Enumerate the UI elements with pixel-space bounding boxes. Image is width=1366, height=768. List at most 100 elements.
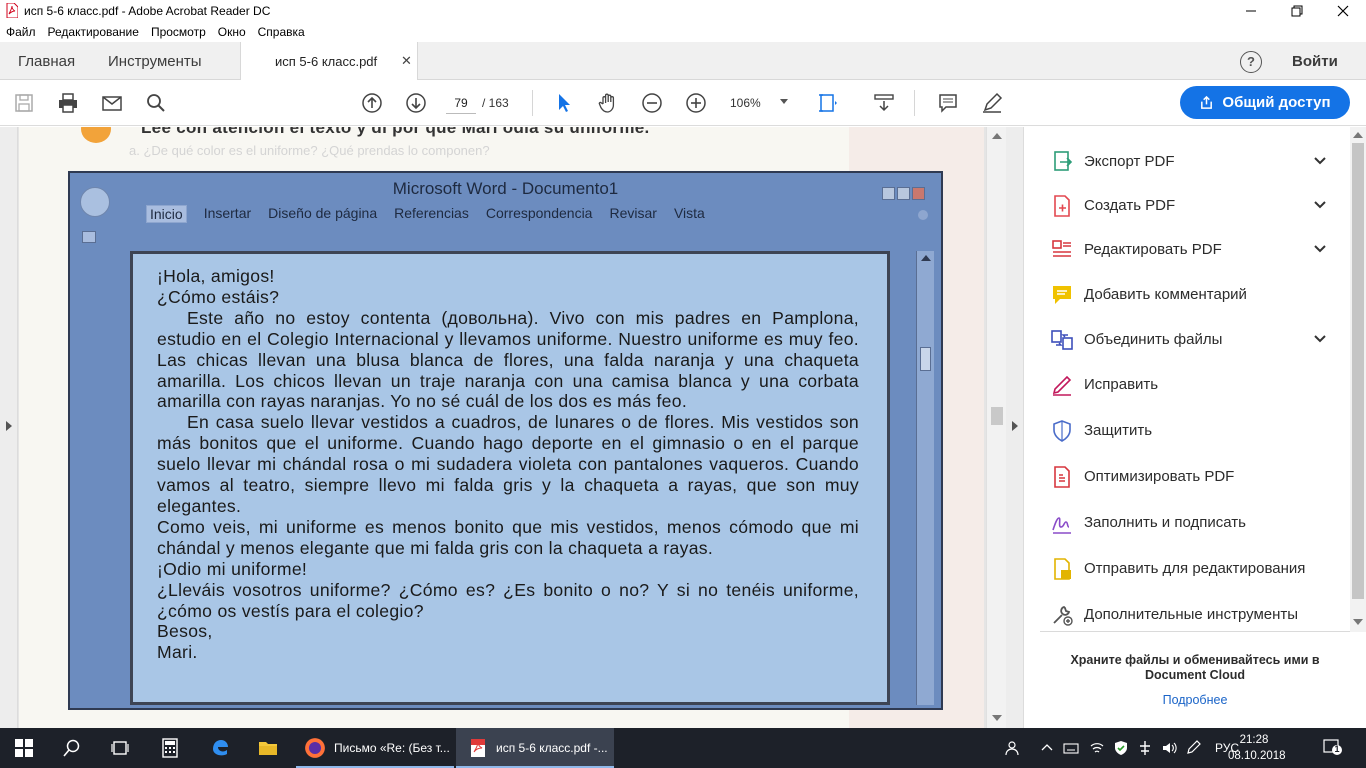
security-tray-icon[interactable]: [1110, 728, 1132, 768]
select-tool-button[interactable]: [552, 91, 576, 115]
file-explorer-app[interactable]: [244, 728, 292, 768]
zoom-in-button[interactable]: [684, 91, 708, 115]
volume-tray-icon[interactable]: [1158, 728, 1180, 768]
scroll-up-icon[interactable]: [992, 133, 1002, 139]
word-help-icon: [918, 210, 928, 220]
tool-item-create-pdf[interactable]: Создать PDF: [1025, 184, 1350, 228]
chevron-down-icon[interactable]: [780, 99, 788, 104]
learn-more-link[interactable]: Подробнее: [1045, 693, 1345, 707]
save-button[interactable]: [12, 91, 36, 115]
close-tab-icon[interactable]: ✕: [401, 53, 412, 69]
toolbar: 79 / 163 106% Общий доступ: [0, 80, 1366, 126]
comment-button[interactable]: [936, 91, 960, 115]
edge-browser-app[interactable]: [196, 728, 244, 768]
exercise-heading: Lee con atención el texto y di por qué M…: [141, 127, 650, 137]
menu-file[interactable]: Файл: [6, 25, 36, 39]
input-indicator-tray-icon[interactable]: [1060, 728, 1082, 768]
highlight-button[interactable]: [980, 91, 1004, 115]
show-hidden-icons-button[interactable]: [1036, 728, 1058, 768]
fit-page-icon: [819, 94, 837, 112]
chevron-right-icon: [1012, 421, 1018, 431]
previous-page-button[interactable]: [360, 91, 384, 115]
combine-files-icon: [1051, 330, 1073, 350]
print-button[interactable]: [56, 91, 80, 115]
tool-item-more-tools[interactable]: Дополнительные инструменты: [1025, 593, 1350, 637]
tool-item-label: Исправить: [1084, 376, 1159, 393]
clock[interactable]: 21:28 08.10.2018: [1228, 732, 1286, 764]
chevron-down-icon[interactable]: [1313, 332, 1327, 346]
pen-tray-icon[interactable]: [1182, 728, 1204, 768]
close-window-button[interactable]: [1320, 0, 1366, 22]
menu-view[interactable]: Просмотр: [151, 25, 206, 39]
calculator-app[interactable]: [146, 728, 194, 768]
document-cloud-promo: Храните файлы и обменивайтесь ими в Docu…: [1070, 653, 1320, 682]
tool-item-label: Экспорт PDF: [1084, 153, 1175, 170]
scroll-thumb[interactable]: [1352, 143, 1364, 599]
hand-tool-button[interactable]: [596, 91, 620, 115]
folder-icon: [259, 742, 277, 755]
menu-window[interactable]: Окно: [218, 25, 246, 39]
scroll-thumb[interactable]: [991, 407, 1003, 425]
email-button[interactable]: [100, 91, 124, 115]
start-button[interactable]: [0, 728, 48, 768]
fix-icon: [1052, 375, 1072, 396]
zoom-out-button[interactable]: [640, 91, 664, 115]
menu-help[interactable]: Справка: [258, 25, 305, 39]
tool-item-fill-sign[interactable]: Заполнить и подписать: [1025, 501, 1350, 545]
word-window-buttons: [882, 187, 925, 200]
letter-paragraph: Como veis, mi uniforme es menos bonito q…: [157, 516, 859, 558]
document-area[interactable]: Lee con atención el texto y di por qué M…: [0, 127, 1024, 728]
windows-logo-icon: [15, 739, 33, 757]
word-ribbon-tab: Diseño de página: [268, 205, 378, 221]
cursor-arrow-icon: [559, 94, 570, 112]
left-panel-toggle[interactable]: [0, 127, 18, 728]
scroll-down-icon[interactable]: [1353, 619, 1363, 625]
minimize-button[interactable]: [1228, 0, 1274, 22]
tools-scrollbar[interactable]: [1350, 127, 1366, 632]
help-icon[interactable]: ?: [1240, 51, 1262, 73]
search-button[interactable]: [144, 91, 168, 115]
zoom-level-select[interactable]: 106%: [730, 96, 761, 110]
fit-page-button[interactable]: [816, 91, 840, 115]
chevron-down-icon[interactable]: [1313, 242, 1327, 256]
scroll-down-icon[interactable]: [992, 715, 1002, 721]
action-center-button[interactable]: 1: [1322, 738, 1342, 756]
document-scrollbar[interactable]: [986, 127, 1006, 728]
chevron-down-icon[interactable]: [1313, 198, 1327, 212]
tool-item-export-pdf[interactable]: Экспорт PDF: [1025, 140, 1350, 184]
share-button[interactable]: Общий доступ: [1180, 86, 1350, 119]
restore-button[interactable]: [1274, 0, 1320, 22]
task-view-button[interactable]: [96, 728, 144, 768]
scroll-mode-button[interactable]: [872, 91, 896, 115]
taskbar-app-acrobat[interactable]: исп 5-6 класс.pdf -...: [456, 728, 614, 768]
people-tray-icon[interactable]: [1000, 728, 1024, 768]
keyboard-icon: [1063, 743, 1079, 754]
tool-item-protect[interactable]: Защитить: [1025, 409, 1350, 453]
arrow-up-circle-icon: [362, 93, 382, 113]
network-tray-icon[interactable]: [1086, 728, 1108, 768]
tools-pane-toggle[interactable]: [1006, 127, 1024, 728]
page-number-input[interactable]: 79: [446, 92, 476, 114]
tool-item-fix[interactable]: Исправить: [1025, 363, 1350, 407]
tool-item-send-review[interactable]: Отправить для редактирования: [1025, 547, 1350, 591]
tool-item-edit-pdf[interactable]: Редактировать PDF: [1025, 228, 1350, 272]
scroll-up-icon[interactable]: [1353, 132, 1363, 138]
sign-in-button[interactable]: Войти: [1292, 53, 1338, 70]
tab-tools[interactable]: Инструменты: [108, 53, 202, 70]
minimize-icon: [1246, 10, 1256, 12]
device-tray-icon[interactable]: [1134, 728, 1156, 768]
next-page-button[interactable]: [404, 91, 428, 115]
speaker-icon: [1163, 742, 1177, 754]
letter-paragraph: Este año no estoy contenta (довольна). V…: [157, 307, 859, 412]
tab-home[interactable]: Главная: [18, 53, 75, 70]
chevron-down-icon[interactable]: [1313, 154, 1327, 168]
hand-icon: [598, 93, 615, 113]
protect-icon: [1053, 420, 1071, 442]
taskbar-app-mail[interactable]: Письмо «Re: (Без т...: [296, 728, 454, 768]
tool-item-combine-files[interactable]: Объединить файлы: [1025, 318, 1350, 362]
taskbar-search-button[interactable]: [48, 728, 96, 768]
tool-item-comment[interactable]: Добавить комментарий: [1025, 273, 1350, 317]
tab-document[interactable]: исп 5-6 класс.pdf ✕: [240, 42, 418, 81]
tool-item-optimize-pdf[interactable]: Оптимизировать PDF: [1025, 455, 1350, 499]
menu-edit[interactable]: Редактирование: [48, 25, 139, 39]
